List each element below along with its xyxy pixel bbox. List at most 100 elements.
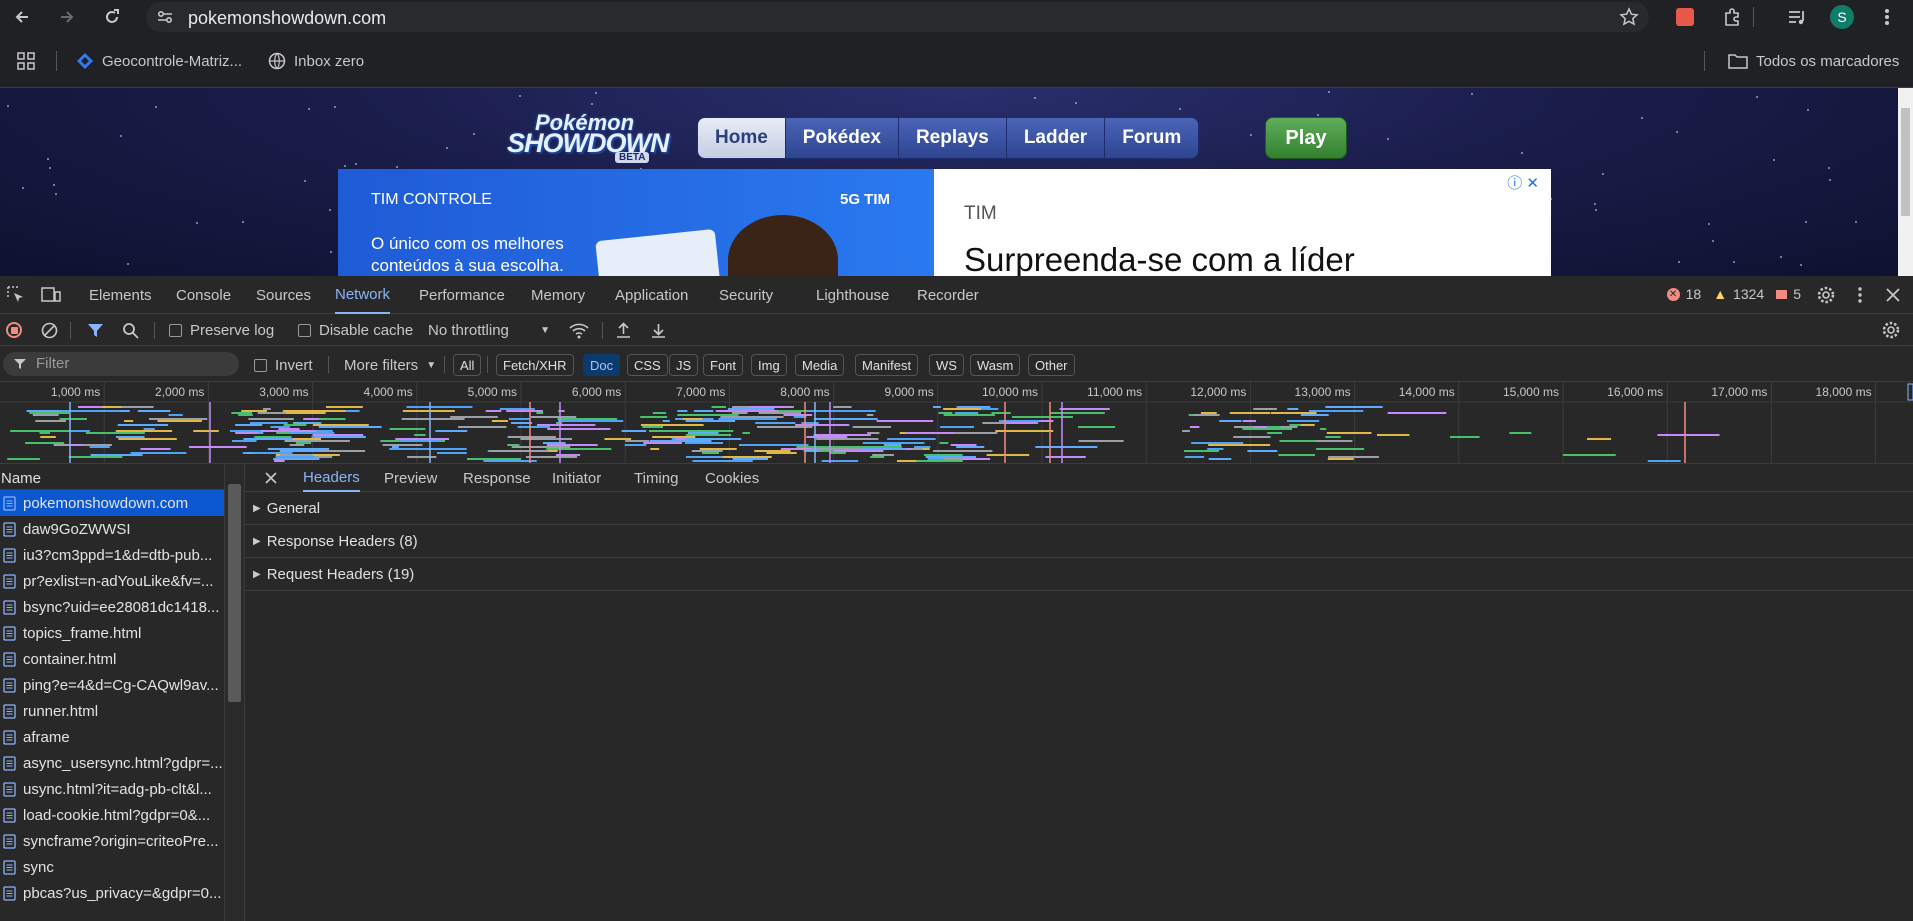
devtools-tab-elements[interactable]: Elements [89, 276, 152, 314]
request-row[interactable]: runner.html [0, 698, 224, 724]
request-row[interactable]: aframe [0, 724, 224, 750]
search-button[interactable] [122, 320, 139, 340]
showdown-logo[interactable]: Pokémon SHOWDOWN BETA [505, 108, 687, 163]
site-info-icon[interactable] [156, 8, 174, 26]
request-row[interactable]: container.html [0, 646, 224, 672]
request-row[interactable]: async_usersync.html?gdpr=... [0, 750, 224, 776]
detail-tab-timing[interactable]: Timing [634, 464, 678, 492]
bookmark-geocontrole[interactable]: Geocontrole-Matriz... [76, 50, 242, 72]
profile-button[interactable]: S [1830, 5, 1854, 29]
nav-replays[interactable]: Replays [898, 118, 1007, 158]
devtools-tab-application[interactable]: Application [615, 276, 688, 314]
export-har-button[interactable] [650, 320, 667, 340]
detail-tab-response[interactable]: Response [463, 464, 531, 492]
url-text[interactable]: pokemonshowdown.com [188, 8, 386, 29]
preserve-log-checkbox[interactable]: Preserve log [169, 320, 274, 340]
forward-button[interactable] [54, 4, 80, 30]
ad-banner[interactable]: TIM CONTROLE 5G TIM O único com os melho… [338, 169, 1551, 276]
checkbox-box[interactable] [169, 323, 182, 337]
devtools-tab-network[interactable]: Network [335, 276, 391, 314]
request-row[interactable]: load-cookie.html?gdpr=0&... [0, 802, 224, 828]
name-column-header[interactable]: Name [0, 464, 224, 490]
back-button[interactable] [9, 4, 35, 30]
section-request-headers[interactable]: ▶ Request Headers (19) [245, 558, 1913, 591]
checkbox-box[interactable] [298, 323, 311, 337]
filter-chip-ws[interactable]: WS [929, 354, 964, 376]
request-row[interactable]: syncframe?origin=criteoPre... [0, 828, 224, 854]
devtools-tab-lighthouse[interactable]: Lighthouse [816, 276, 889, 314]
filter-input[interactable]: Filter [3, 352, 239, 376]
close-devtools-icon[interactable] [1885, 287, 1901, 303]
devtools-tab-memory[interactable]: Memory [531, 276, 585, 314]
invert-checkbox[interactable]: Invert [254, 355, 313, 375]
detail-tab-cookies[interactable]: Cookies [705, 464, 759, 492]
request-row[interactable]: ping?e=4&d=Cg-CAQwl9av... [0, 672, 224, 698]
settings-gear-icon[interactable] [1817, 286, 1835, 304]
bookmark-inbox-zero[interactable]: Inbox zero [268, 50, 364, 72]
devtools-tab-sources[interactable]: Sources [256, 276, 311, 314]
filter-chip-wasm[interactable]: Wasm [970, 354, 1021, 376]
issue-counters[interactable]: ✕ 18 ▲ 1324 5 [1666, 286, 1801, 302]
disable-cache-checkbox[interactable]: Disable cache [298, 320, 413, 340]
nav-home[interactable]: Home [698, 118, 786, 158]
section-general[interactable]: ▶ General [245, 492, 1913, 525]
nav-pokedex[interactable]: Pokédex [785, 118, 899, 158]
filter-chip-fetch-xhr[interactable]: Fetch/XHR [496, 354, 574, 376]
request-row[interactable]: pokemonshowdown.com [0, 490, 224, 516]
close-icon[interactable] [265, 472, 277, 484]
detail-tab-headers[interactable]: Headers [303, 464, 360, 492]
filter-chip-font[interactable]: Font [703, 354, 744, 376]
detail-tab-preview[interactable]: Preview [384, 464, 437, 492]
record-button[interactable] [6, 320, 22, 340]
devtools-tab-performance[interactable]: Performance [419, 276, 505, 314]
extensions-menu-button[interactable] [1720, 5, 1744, 29]
throttling-select[interactable]: No throttling ▼ [428, 320, 550, 340]
filter-chip-img[interactable]: Img [751, 354, 787, 376]
import-har-button[interactable] [615, 320, 632, 340]
network-settings-button[interactable] [1882, 320, 1900, 340]
devtools-tab-recorder[interactable]: Recorder [917, 276, 979, 314]
filter-toggle-button[interactable] [87, 320, 104, 340]
filter-chip-js[interactable]: JS [669, 354, 699, 376]
request-list-scrollbar[interactable] [224, 464, 244, 921]
bookmark-star-icon[interactable] [1619, 7, 1639, 27]
filter-chip-media[interactable]: Media [795, 354, 845, 376]
request-row[interactable]: pbcas?us_privacy=&gdpr=0... [0, 880, 224, 906]
filter-chip-css[interactable]: CSS [627, 354, 668, 376]
request-row[interactable]: pr?exlist=n-adYouLike&fv=... [0, 568, 224, 594]
request-row[interactable]: bsync?uid=ee28081dc1418... [0, 594, 224, 620]
media-control-button[interactable] [1785, 5, 1809, 29]
reload-button[interactable] [99, 4, 125, 30]
clear-button[interactable] [41, 320, 58, 340]
section-response-headers[interactable]: ▶ Response Headers (8) [245, 525, 1913, 558]
request-row[interactable]: sync [0, 854, 224, 880]
request-row[interactable]: daw9GoZWWSI [0, 516, 224, 542]
inspect-element-icon[interactable] [7, 286, 25, 304]
filter-chip-all[interactable]: All [453, 354, 482, 376]
page-scrollbar[interactable] [1898, 88, 1913, 276]
devtools-tab-console[interactable]: Console [176, 276, 231, 314]
network-overview-timeline[interactable]: 1,000 ms 2,000 ms 3,000 ms 4,000 ms 5,000 ms… [0, 382, 1913, 464]
filter-chip-doc[interactable]: Doc [583, 354, 621, 376]
filter-chip-other[interactable]: Other [1028, 354, 1075, 376]
detail-tab-initiator[interactable]: Initiator [552, 464, 601, 492]
apps-button[interactable] [17, 50, 43, 72]
all-bookmarks-button[interactable]: Todos os marcadores [1728, 50, 1899, 72]
ad-close-icon[interactable]: ⓘ ✕ [1507, 172, 1539, 193]
nav-forum[interactable]: Forum [1105, 118, 1199, 158]
devtools-tab-security[interactable]: Security [719, 276, 773, 314]
request-row[interactable]: topics_frame.html [0, 620, 224, 646]
browser-menu-button[interactable] [1875, 5, 1899, 29]
scrollbar-thumb[interactable] [228, 484, 241, 702]
checkbox-box[interactable] [254, 358, 267, 372]
nav-ladder[interactable]: Ladder [1006, 118, 1106, 158]
request-row[interactable]: iu3?cm3ppd=1&d=dtb-pub... [0, 542, 224, 568]
address-bar[interactable]: pokemonshowdown.com [146, 2, 1649, 32]
more-filters-dropdown[interactable]: More filters ▼ [344, 355, 436, 375]
extension-button[interactable] [1673, 5, 1697, 29]
request-row[interactable]: usync.html?it=adg-pb-clt&l... [0, 776, 224, 802]
scrollbar-thumb[interactable] [1901, 108, 1910, 216]
play-button[interactable]: Play [1265, 117, 1347, 159]
devtools-menu-icon[interactable] [1857, 286, 1863, 304]
timeline-range-handle[interactable] [1907, 383, 1913, 401]
